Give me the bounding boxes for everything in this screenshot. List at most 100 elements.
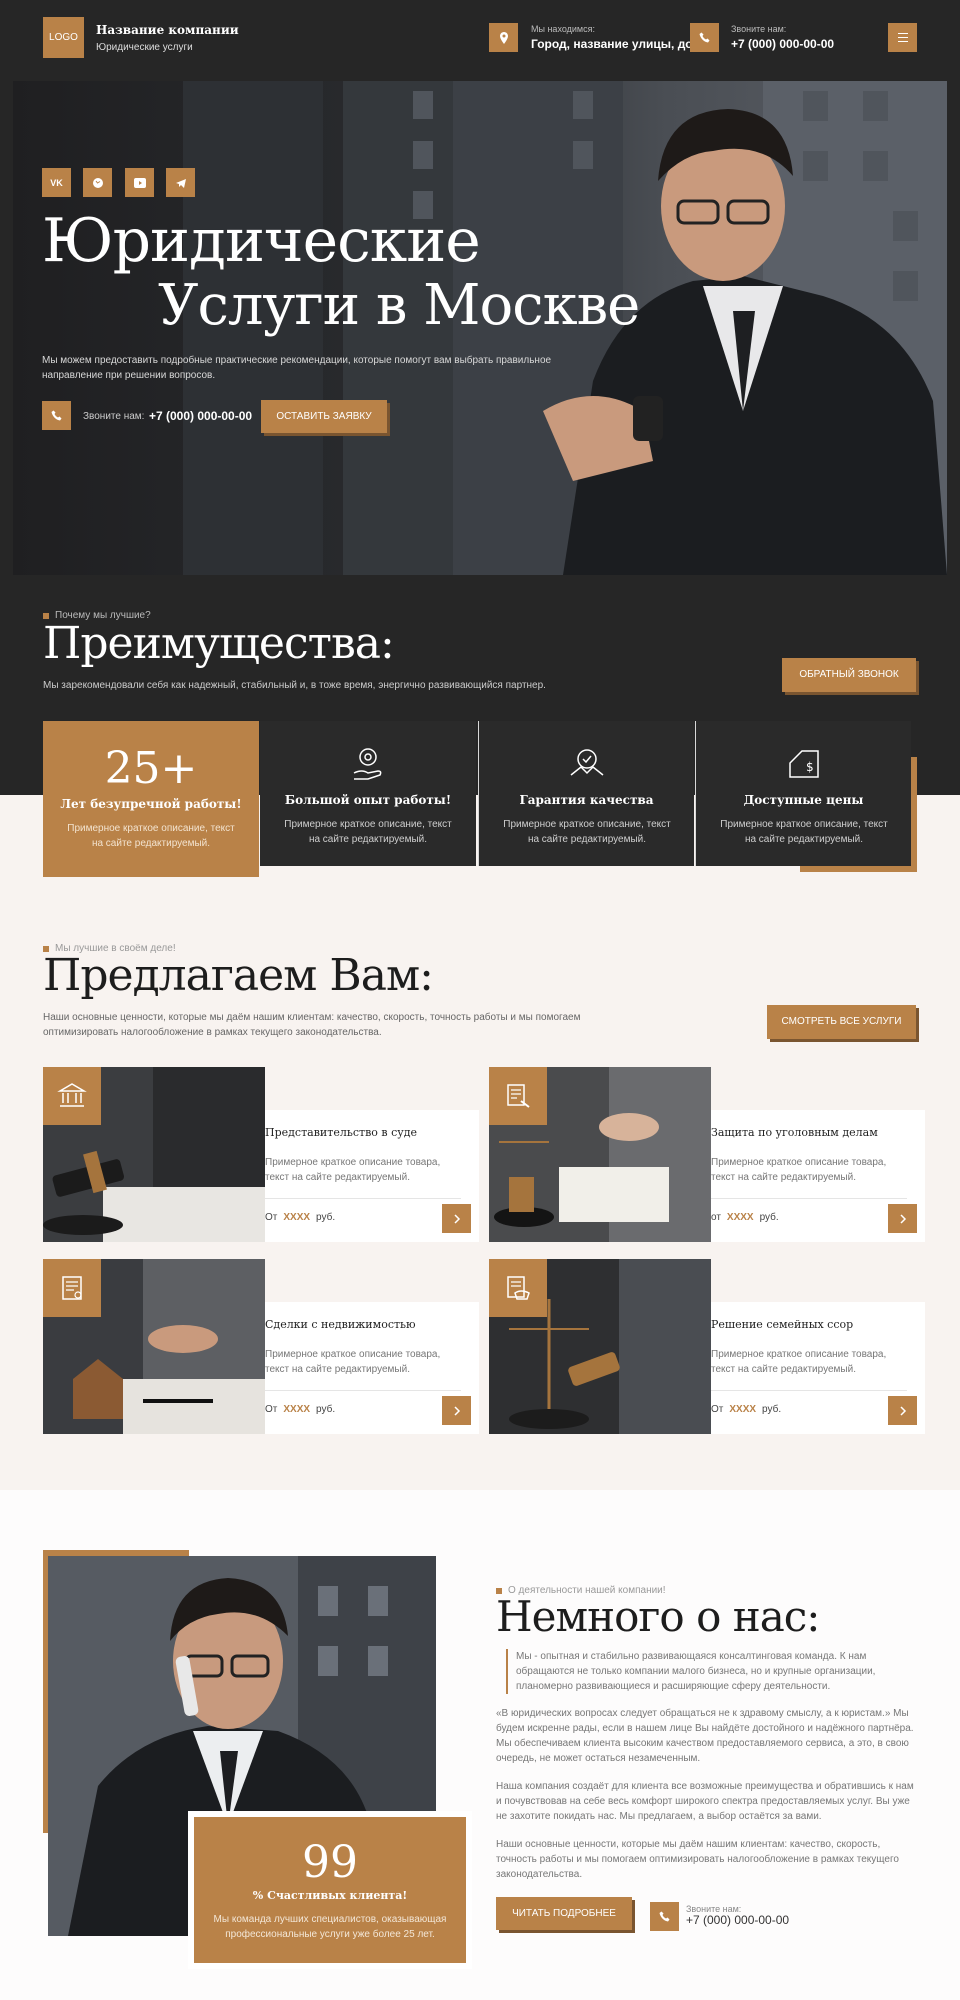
phone-icon [690,23,719,52]
telegram-icon[interactable] [166,168,195,197]
courthouse-icon [43,1067,101,1125]
price-value: XXXX [729,1404,757,1415]
advantage-card-prices: $ Доступные цены Примерное краткое описа… [695,721,911,866]
phone-icon [650,1902,679,1931]
callback-button[interactable]: ОБРАТНЫЙ ЗВОНОК [782,658,916,692]
contract-icon [43,1259,101,1317]
location-label: Мы находимся: [531,24,595,34]
service-price: От XXXX руб. [265,1212,335,1223]
all-services-button[interactable]: СМОТРЕТЬ ВСЕ УСЛУГИ [767,1005,916,1039]
happy-clients-stat: 99 % Счастливых клиента! Мы команда лучш… [194,1817,466,1963]
service-info: Решение семейных ссор Примерное краткое … [711,1302,925,1434]
service-card[interactable]: Представительство в суде Примерное кратк… [43,1067,479,1242]
about-paragraph-2: «В юридических вопросах следует обращать… [496,1708,914,1764]
hero-call-value[interactable]: +7 (000) 000-00-00 [149,409,252,423]
price-value: XXXX [283,1404,311,1415]
about-paragraph-3: Наша компания создаёт для клиента все во… [496,1781,914,1822]
menu-bar [897,37,908,38]
service-info: Сделки с недвижимостью Примерное краткое… [265,1302,479,1434]
price-currency: руб. [759,1212,779,1223]
header-location: Мы находимся: Город, название улицы, дом [531,24,701,51]
advantages-description: Мы зарекомендовали себя как надежный, ст… [43,680,546,691]
service-price: от XXXX руб. [711,1212,779,1223]
phone-value[interactable]: +7 (000) 000-00-00 [731,37,834,51]
service-card[interactable]: Решение семейных ссор Примерное краткое … [489,1259,925,1434]
read-more-button[interactable]: ЧИТАТЬ ПОДРОБНЕЕ [496,1897,632,1930]
service-info: Защита по уголовным делам Примерное крат… [711,1110,925,1242]
logo[interactable]: LOGO [43,17,84,58]
service-description: Примерное краткое описание товара, текст… [265,1349,441,1375]
document-gavel-icon [489,1067,547,1125]
stat-label: % Счастливых клиента! [252,1889,408,1902]
service-title: Представительство в суде [265,1126,417,1139]
services-title: Предлагаем Вам: [43,950,434,1001]
service-description: Примерное краткое описание товара, текст… [711,1349,887,1375]
phone-label: Звоните нам: [731,24,787,34]
hamburger-menu-button[interactable] [888,23,917,52]
advantage-text: Примерное краткое описание, текст на сай… [720,819,888,845]
hero-title-line1: Юридические [42,206,481,276]
service-info: Представительство в суде Примерное кратк… [265,1110,479,1242]
divider [711,1390,907,1391]
price-from: От [265,1212,278,1223]
about-title: Немного о нас: [496,1592,820,1641]
price-from: От [265,1404,278,1415]
phone-icon [42,401,71,430]
company-name: Название компании [96,23,239,37]
price-from: От [711,1404,724,1415]
service-card[interactable]: Защита по уголовным делам Примерное крат… [489,1067,925,1242]
chevron-right-icon[interactable] [442,1396,471,1425]
leave-request-button[interactable]: ОСТАВИТЬ ЗАЯВКУ [261,400,387,433]
service-card[interactable]: Сделки с недвижимостью Примерное краткое… [43,1259,479,1434]
menu-bar [897,33,908,34]
whatsapp-icon[interactable] [83,168,112,197]
divider [265,1390,461,1391]
chevron-right-icon[interactable] [442,1204,471,1233]
divider [265,1198,461,1199]
company-block: Название компании Юридические услуги [96,23,239,53]
advantage-card-experience: Большой опыт работы! Примерное краткое о… [260,721,476,866]
vk-icon[interactable]: VK [42,168,71,197]
price-value: XXXX [283,1212,311,1223]
advantages-title: Преимущества: [43,618,395,669]
advantage-title: Гарантия качества [519,793,654,807]
hero-title-line2: Услуги в Москве [158,273,640,338]
years-number: 25+ [104,743,198,794]
advantage-text: Примерное краткое описание, текст на сай… [67,823,235,849]
about-paragraph-1: Мы - опытная и стабильно развивающаяся к… [506,1649,916,1694]
hero-call-label: Звоните нам: [83,411,145,422]
youtube-icon[interactable] [125,168,154,197]
location-value: Город, название улицы, дом [531,37,702,51]
service-title: Решение семейных ссор [711,1318,854,1331]
price-currency: руб. [316,1404,336,1415]
advantage-title: Доступные цены [743,793,864,807]
site-header: LOGO Название компании Юридические услуг… [43,17,917,59]
price-currency: руб. [762,1404,782,1415]
stat-number: 99 [302,1837,358,1888]
advantage-card-quality: Гарантия качества Примерное краткое опис… [478,721,694,866]
advantage-card-years: 25+ Лет безупречной работы! Примерное кр… [43,721,259,877]
price-from: от [711,1212,721,1223]
advantage-text: Примерное краткое описание, текст на сай… [284,819,452,845]
chevron-right-icon[interactable] [888,1396,917,1425]
company-subtitle: Юридические услуги [96,42,193,53]
stat-description: Мы команда лучших специалистов, оказываю… [213,1914,447,1940]
price-currency: руб. [316,1212,336,1223]
about-paragraph-4: Наши основные ценности, которые мы даём … [496,1839,899,1880]
location-pin-icon [489,23,518,52]
quality-badge-icon [570,749,604,776]
price-value: XXXX [726,1212,754,1223]
service-price: От XXXX руб. [711,1404,781,1415]
svg-text:$: $ [806,760,814,774]
hero-banner: VK Юридические Услуги в Москве Мы можем … [13,81,947,575]
header-phone[interactable]: Звоните нам: +7 (000) 000-00-00 [731,24,834,51]
menu-bar [897,41,908,42]
service-price: От XXXX руб. [265,1404,335,1415]
gear-hand-icon [353,748,382,780]
service-description: Примерное краткое описание товара, текст… [265,1157,441,1183]
about-call-value[interactable]: +7 (000) 000-00-00 [686,1913,789,1927]
chevron-right-icon[interactable] [888,1204,917,1233]
price-tag-icon: $ [789,750,819,778]
services-description: Наши основные ценности, которые мы даём … [43,1012,581,1038]
advantage-title: Большой опыт работы! [284,793,452,807]
